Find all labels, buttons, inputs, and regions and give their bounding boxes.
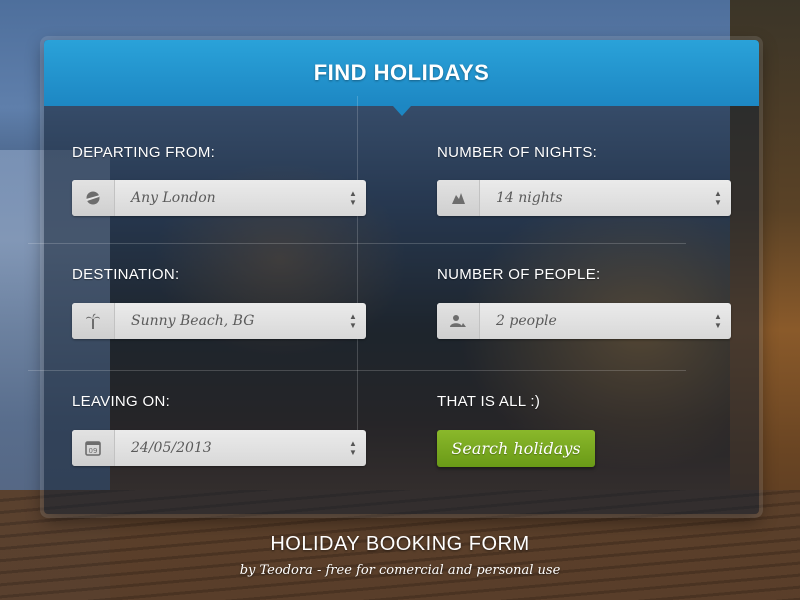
departing-label: DEPARTING FROM: <box>72 144 216 161</box>
plane-globe-icon <box>72 180 115 216</box>
nights-value: 14 nights <box>496 190 563 206</box>
people-label: NUMBER OF PEOPLE: <box>437 266 601 283</box>
nights-label: NUMBER OF NIGHTS: <box>437 144 598 161</box>
leaving-select[interactable]: 09 24/05/2013 ▲ ▼ <box>72 430 366 466</box>
people-value: 2 people <box>496 313 557 329</box>
updown-arrows-icon: ▲ ▼ <box>714 189 722 207</box>
people-icon <box>437 303 480 339</box>
column-divider <box>357 96 358 450</box>
destination-value: Sunny Beach, BG <box>131 313 255 329</box>
people-select[interactable]: 2 people ▲ ▼ <box>437 303 731 339</box>
svg-text:09: 09 <box>89 447 98 455</box>
submit-label: THAT IS ALL :) <box>437 393 541 410</box>
search-holidays-button[interactable]: Search holidays <box>437 430 595 467</box>
calendar-icon: 09 <box>72 430 115 466</box>
destination-select[interactable]: Sunny Beach, BG ▲ ▼ <box>72 303 366 339</box>
updown-arrows-icon: ▲ ▼ <box>349 312 357 330</box>
row-divider <box>28 370 686 371</box>
departing-value: Any London <box>131 190 216 206</box>
footer-title: HOLIDAY BOOKING FORM <box>270 533 530 555</box>
leaving-label: LEAVING ON: <box>72 393 171 410</box>
panel-header: FIND HOLIDAYS <box>44 40 759 116</box>
departing-select[interactable]: Any London ▲ ▼ <box>72 180 366 216</box>
updown-arrows-icon: ▲ ▼ <box>349 439 357 457</box>
palm-tree-icon <box>72 303 115 339</box>
updown-arrows-icon: ▲ ▼ <box>714 312 722 330</box>
updown-arrows-icon: ▲ ▼ <box>349 189 357 207</box>
leaving-value: 24/05/2013 <box>131 440 212 456</box>
footer-subtitle: by Teodora - free for comercial and pers… <box>239 563 561 578</box>
panel-title: FIND HOLIDAYS <box>313 60 490 85</box>
destination-label: DESTINATION: <box>72 266 180 283</box>
moon-night-icon <box>437 180 480 216</box>
row-divider <box>28 243 686 244</box>
nights-select[interactable]: 14 nights ▲ ▼ <box>437 180 731 216</box>
